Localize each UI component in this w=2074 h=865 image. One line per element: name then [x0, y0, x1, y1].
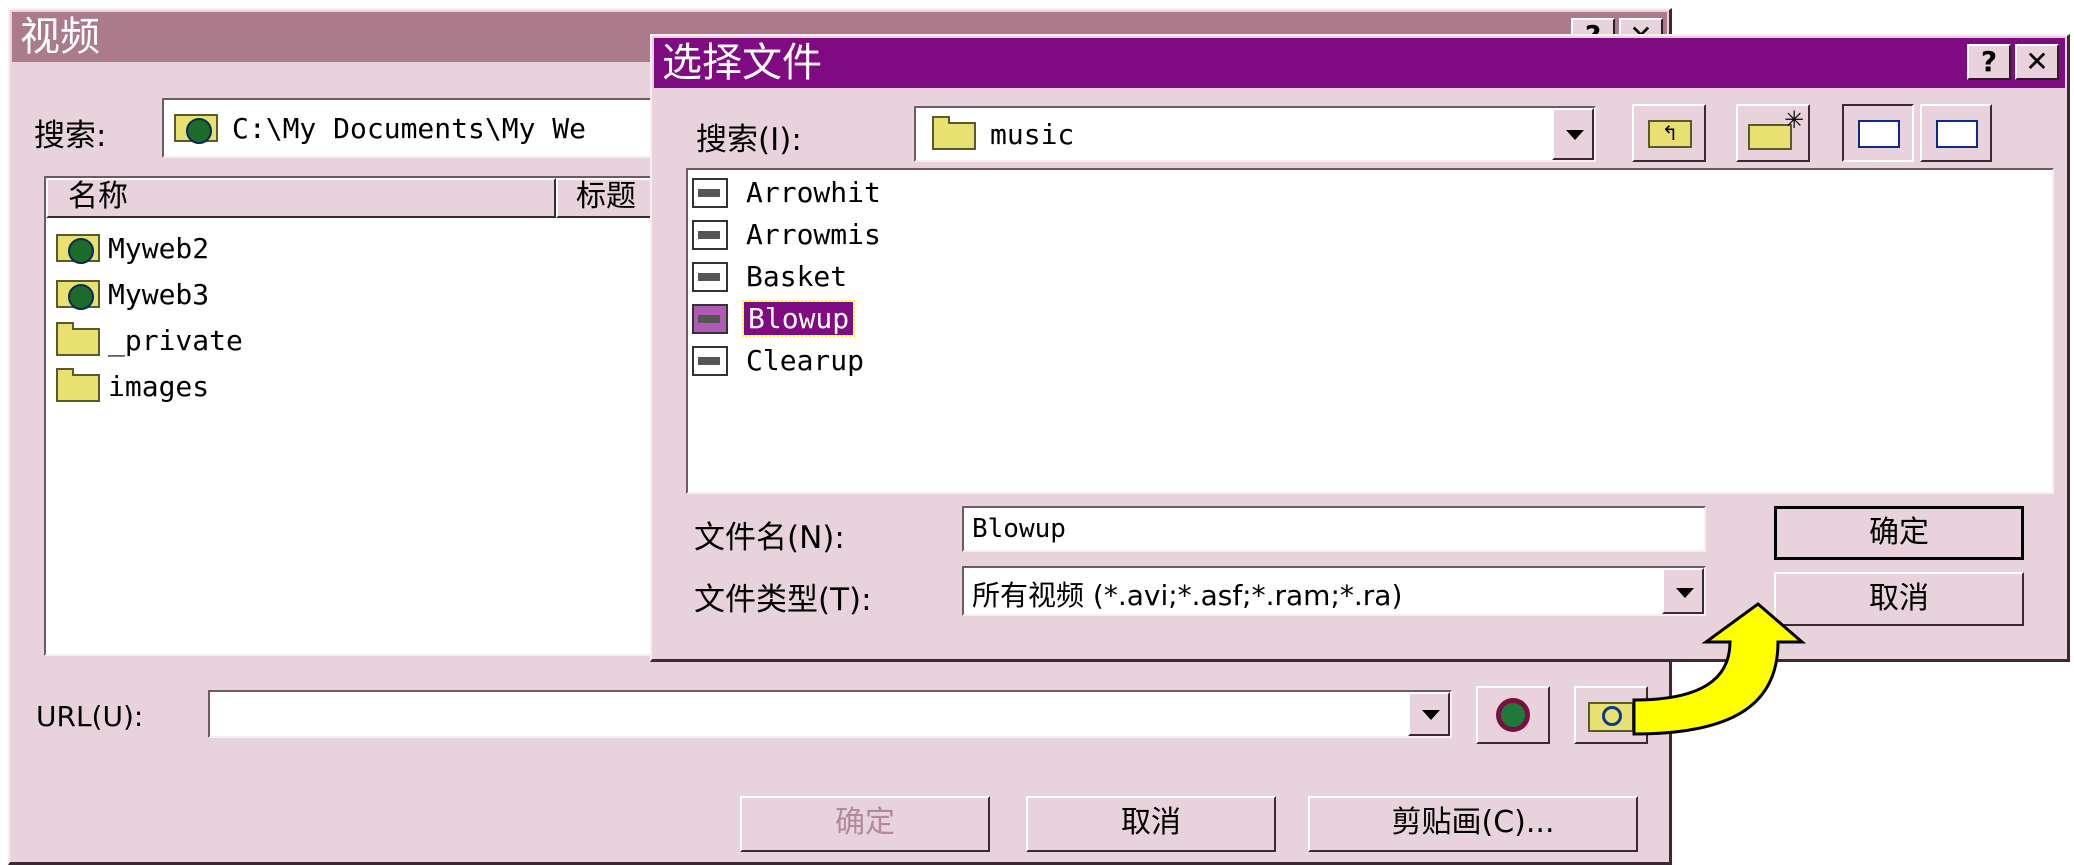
path-value: C:\My Documents\My We — [232, 112, 587, 145]
list-item[interactable]: Basket — [692, 260, 1292, 298]
sparkle-icon: ✳ — [1784, 106, 1805, 134]
globe-icon — [186, 118, 212, 144]
list-item-label: Myweb2 — [108, 232, 210, 265]
list-item[interactable]: _private — [52, 322, 552, 362]
list-item-label: Arrowhit — [746, 176, 881, 209]
filename-label: 文件名(N): — [694, 520, 845, 556]
column-header-name[interactable]: 名称 — [46, 178, 556, 218]
list-item-label: images — [108, 370, 210, 403]
column-header-name-label: 名称 — [68, 179, 128, 214]
cancel-button-label: 取消 — [1121, 805, 1181, 840]
media-file-icon — [692, 178, 728, 208]
media-file-icon — [692, 220, 728, 250]
list-view-icon — [1858, 120, 1900, 148]
ok-button-disabled[interactable]: 确定 — [740, 796, 990, 852]
browse-folder-icon — [1588, 702, 1634, 732]
list-item[interactable]: Arrowmis — [692, 218, 1292, 256]
media-file-icon — [692, 304, 728, 334]
file-list[interactable]: Arrowhit Arrowmis Basket Blowup Clearup — [686, 168, 2054, 494]
folder-icon — [56, 368, 100, 402]
look-in-value: music — [990, 118, 1075, 151]
search-label: 搜索: — [34, 118, 107, 154]
magnifier-icon — [1496, 698, 1530, 732]
look-in-label: 搜索(I): — [696, 122, 802, 158]
column-header-title-label: 标题 — [576, 179, 636, 214]
url-label: URL(U): — [36, 700, 144, 733]
web-folder-icon — [174, 114, 218, 144]
path-combobox[interactable]: C:\My Documents\My We — [162, 98, 682, 158]
video-dialog-title: 视频 — [20, 14, 100, 60]
clipart-button-label: 剪贴画(C)... — [1391, 805, 1555, 840]
select-file-title: 选择文件 — [662, 40, 822, 86]
list-item-label: Blowup — [741, 300, 856, 337]
cancel-button[interactable]: 取消 — [1774, 572, 2024, 626]
list-item-selected[interactable]: Blowup — [692, 300, 1292, 340]
filetype-label: 文件类型(T): — [694, 582, 872, 618]
list-item-label: Basket — [746, 260, 848, 293]
close-button[interactable]: ✕ — [2015, 44, 2059, 80]
help-button[interactable]: ? — [1967, 44, 2011, 80]
list-item-label: Arrowmis — [746, 218, 881, 251]
cancel-button-label: 取消 — [1869, 581, 1929, 616]
list-view-button[interactable] — [1842, 104, 1914, 162]
list-item-label: Clearup — [746, 344, 865, 377]
list-item[interactable]: images — [52, 368, 552, 408]
filetype-value: 所有视频 (*.avi;*.asf;*.ram;*.ra) — [972, 579, 1403, 612]
list-item[interactable]: Myweb2 — [52, 230, 552, 270]
details-view-icon — [1936, 120, 1978, 148]
ok-button-label: 确定 — [835, 805, 895, 840]
up-one-level-button[interactable]: ↰ — [1632, 104, 1706, 162]
select-file-dialog: 选择文件 ? ✕ 搜索(I): music ↰ ✳ Arrowhit Arrow… — [650, 34, 2070, 662]
up-folder-icon: ↰ — [1648, 120, 1692, 148]
filetype-combobox[interactable]: 所有视频 (*.avi;*.asf;*.ram;*.ra) — [962, 566, 1706, 616]
list-item[interactable]: Myweb3 — [52, 276, 552, 316]
clipart-button[interactable]: 剪贴画(C)... — [1308, 796, 1638, 852]
file-list-panel[interactable]: 名称 标题 Myweb2 Myweb3 _private images — [44, 176, 684, 656]
web-folder-icon — [56, 280, 100, 310]
media-file-icon — [692, 346, 728, 376]
url-dropdown-button[interactable] — [1408, 692, 1450, 736]
new-folder-button[interactable]: ✳ — [1736, 104, 1810, 162]
list-item[interactable]: Arrowhit — [692, 176, 1292, 214]
look-in-dropdown-button[interactable] — [1552, 108, 1594, 160]
web-folder-icon — [56, 234, 100, 264]
globe-icon — [68, 238, 94, 264]
list-item-label: _private — [108, 324, 243, 357]
media-file-icon — [692, 262, 728, 292]
ok-button[interactable]: 确定 — [1774, 506, 2024, 560]
list-item[interactable]: Clearup — [692, 344, 1292, 382]
filename-input[interactable]: Blowup — [962, 506, 1706, 552]
url-combobox[interactable] — [208, 690, 1452, 738]
details-view-button[interactable] — [1920, 104, 1992, 162]
ok-button-label: 确定 — [1869, 515, 1929, 550]
globe-icon — [68, 284, 94, 310]
cancel-button[interactable]: 取消 — [1026, 796, 1276, 852]
chevron-down-icon — [1676, 588, 1694, 598]
filename-value: Blowup — [972, 514, 1066, 544]
browse-files-button[interactable] — [1574, 686, 1648, 744]
look-in-combobox[interactable]: music — [914, 106, 1596, 162]
folder-icon — [932, 116, 976, 150]
preview-media-button[interactable] — [1476, 686, 1550, 744]
filetype-dropdown-button[interactable] — [1662, 568, 1704, 614]
chevron-down-icon — [1566, 130, 1584, 140]
folder-icon — [56, 322, 100, 356]
list-item-label: Myweb3 — [108, 278, 210, 311]
magnifier-icon — [1602, 706, 1622, 726]
chevron-down-icon — [1422, 710, 1440, 720]
select-file-titlebar: 选择文件 ? ✕ — [654, 38, 2065, 88]
